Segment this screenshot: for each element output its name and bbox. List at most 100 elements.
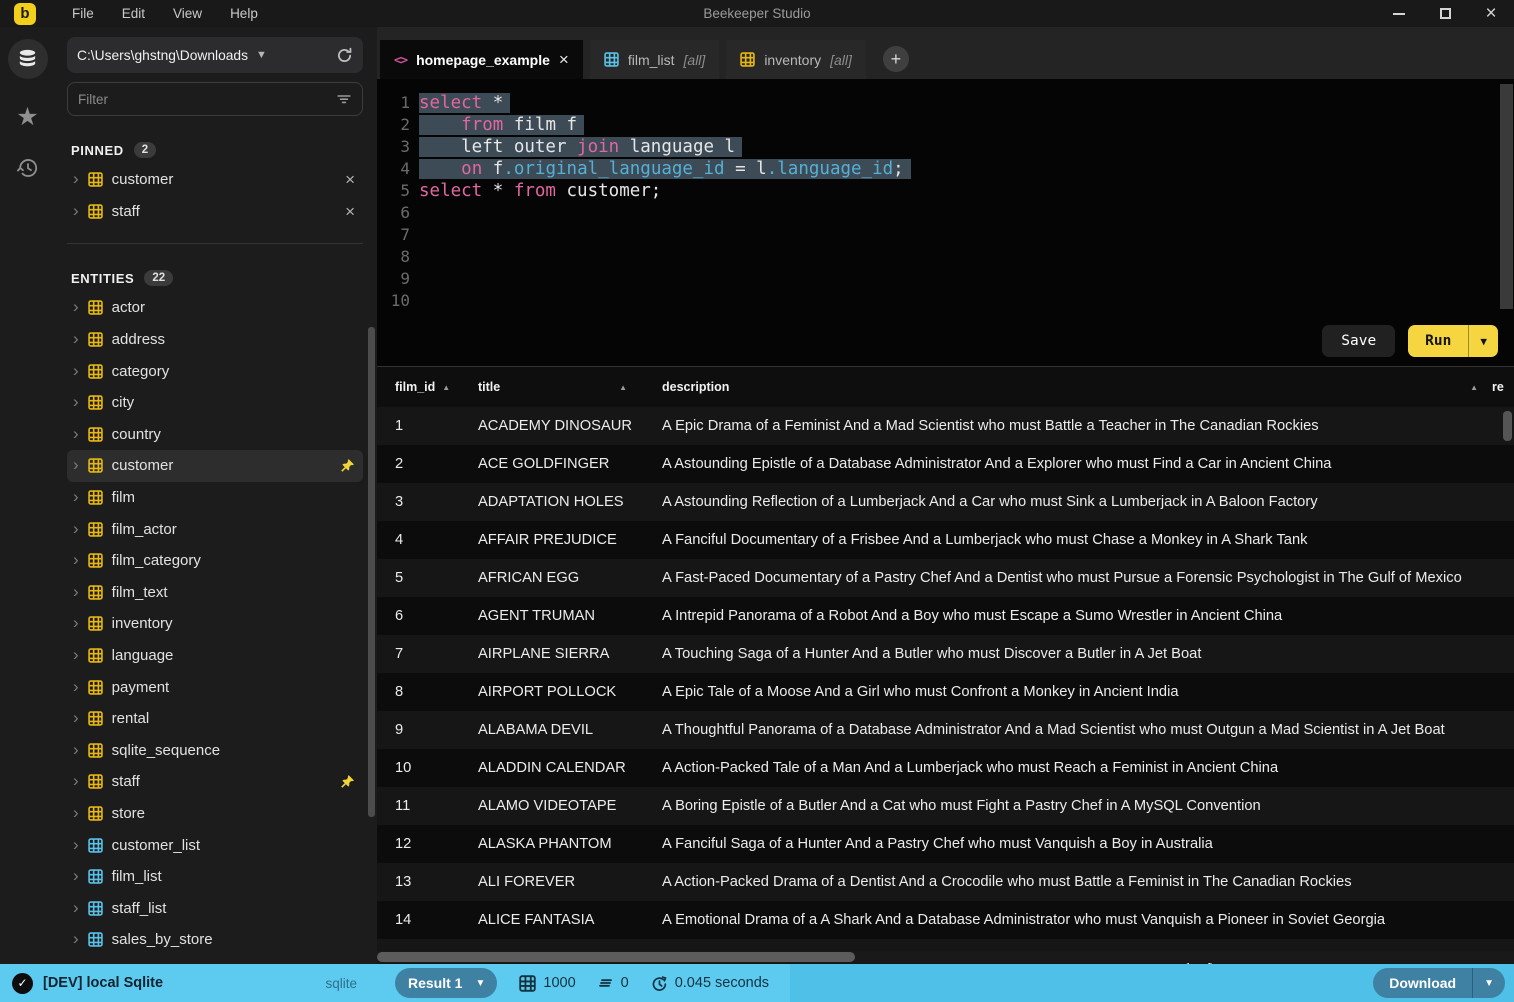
unpin-close-icon[interactable]: × [345,171,355,188]
close-button[interactable]: × [1468,0,1514,27]
table-row[interactable]: 13 ALI FOREVER A Action-Packed Drama of a … [377,863,1514,901]
editor-scrollbar[interactable] [1500,84,1513,309]
editor-line-1[interactable]: 1 select * [377,92,1514,114]
sidebar-item-film_category[interactable]: › film_category [67,545,363,577]
chevron-right-icon[interactable]: › [73,456,79,473]
save-button[interactable]: Save [1322,325,1396,357]
table-row[interactable]: 14 ALICE FANTASIA A Emotional Drama of a A… [377,901,1514,939]
sidebar-item-customer_list[interactable]: › customer_list [67,829,363,861]
column-header-description[interactable]: description ▲ [641,380,1492,394]
sidebar-item-staff[interactable]: › staff [67,766,363,798]
editor-line-9[interactable]: 9 [377,268,1514,290]
connections-nav-button[interactable] [7,39,48,79]
download-button[interactable]: Download ▼ [1373,968,1505,998]
table-row[interactable]: 9 ALABAMA DEVIL A Thoughtful Panorama of a… [377,711,1514,749]
chevron-right-icon[interactable]: › [73,678,79,695]
table-row[interactable]: 1 ACADEMY DINOSAUR A Epic Drama of a Femin… [377,407,1514,445]
menu-view[interactable]: View [159,2,216,25]
sidebar-item-store[interactable]: › store [67,798,363,830]
menu-edit[interactable]: Edit [108,2,159,25]
chevron-right-icon[interactable]: › [73,804,79,821]
editor-line-4[interactable]: 4 on f.original_language_id = l.language… [377,158,1514,180]
sidebar-item-sqlite_sequence[interactable]: › sqlite_sequence [67,735,363,767]
unpin-close-icon[interactable]: × [345,203,355,220]
chevron-right-icon[interactable]: › [73,836,79,853]
editor-line-7[interactable]: 7 [377,224,1514,246]
editor-line-5[interactable]: 5 select * from customer; [377,180,1514,202]
chevron-right-icon[interactable]: › [73,170,79,187]
sidebar-item-language[interactable]: › language [67,640,363,672]
chevron-right-icon[interactable]: › [73,393,79,410]
table-row[interactable]: 5 AFRICAN EGG A Fast-Paced Documentary of … [377,559,1514,597]
history-nav-button[interactable] [16,156,40,185]
sidebar-item-customer[interactable]: › customer [67,450,363,482]
connection-selector[interactable]: C:\Users\ghstng\Downloads ▼ [67,37,363,73]
chevron-right-icon[interactable]: › [73,330,79,347]
chevron-right-icon[interactable]: › [73,583,79,600]
refresh-button[interactable] [336,47,353,64]
sidebar-item-city[interactable]: › city [67,387,363,419]
sidebar-scrollbar[interactable] [368,327,375,817]
menu-help[interactable]: Help [216,2,272,25]
chevron-right-icon[interactable]: › [73,202,79,219]
sidebar-item-film_text[interactable]: › film_text [67,577,363,609]
table-row[interactable]: 8 AIRPORT POLLOCK A Epic Tale of a Moose A… [377,673,1514,711]
chevron-right-icon[interactable]: › [73,298,79,315]
tab-film_list[interactable]: film_list [all] [589,40,720,79]
chevron-right-icon[interactable]: › [73,772,79,789]
menu-file[interactable]: File [58,2,108,25]
chevron-right-icon[interactable]: › [73,867,79,884]
new-tab-button[interactable]: + [882,46,909,72]
sidebar-item-staff_list[interactable]: › staff_list [67,892,363,924]
column-header-film-id[interactable]: film_id ▲ [377,380,461,394]
sql-editor[interactable]: 1 select * 2 from film f3 left outer join … [377,79,1514,366]
maximize-button[interactable] [1422,0,1468,27]
run-label[interactable]: Run [1408,325,1468,357]
table-row[interactable]: 12 ALASKA PHANTOM A Fanciful Saga of a Hun… [377,825,1514,863]
editor-line-3[interactable]: 3 left outer join language l [377,136,1514,158]
table-row[interactable]: 7 AIRPLANE SIERRA A Touching Saga of a Hun… [377,635,1514,673]
pinned-item-staff[interactable]: › staff × [67,196,363,228]
editor-line-8[interactable]: 8 [377,246,1514,268]
chevron-right-icon[interactable]: › [73,646,79,663]
column-header-partial[interactable]: re [1492,380,1514,394]
sidebar-item-film[interactable]: › film [67,482,363,514]
run-button[interactable]: Run ▼ [1408,325,1498,357]
pin-icon[interactable] [340,774,355,789]
tab-close-icon[interactable]: × [559,50,569,70]
chevron-right-icon[interactable]: › [73,551,79,568]
sidebar-item-payment[interactable]: › payment [67,671,363,703]
table-row[interactable]: 11 ALAMO VIDEOTAPE A Boring Epistle of a B… [377,787,1514,825]
chevron-right-icon[interactable]: › [73,362,79,379]
chevron-right-icon[interactable]: › [73,930,79,947]
chevron-right-icon[interactable]: › [73,709,79,726]
sidebar-item-category[interactable]: › category [67,355,363,387]
editor-line-2[interactable]: 2 from film f [377,114,1514,136]
run-dropdown-button[interactable]: ▼ [1468,325,1498,357]
chevron-right-icon[interactable]: › [73,614,79,631]
results-vertical-scrollbar[interactable] [1503,411,1512,441]
sidebar-item-address[interactable]: › address [67,324,363,356]
filter-input[interactable] [78,91,336,107]
minimize-button[interactable] [1376,0,1422,27]
chevron-right-icon[interactable]: › [73,520,79,537]
sidebar-item-rental[interactable]: › rental [67,703,363,735]
table-row[interactable]: 4 AFFAIR PREJUDICE A Fanciful Documentary … [377,521,1514,559]
table-row[interactable]: 6 AGENT TRUMAN A Intrepid Panorama of a Ro… [377,597,1514,635]
result-selector[interactable]: Result 1 ▼ [395,968,498,998]
sidebar-item-sales_by_store[interactable]: › sales_by_store [67,924,363,956]
table-row[interactable]: 2 ACE GOLDFINGER A Astounding Epistle of a… [377,445,1514,483]
sidebar-item-actor[interactable]: › actor [67,292,363,324]
results-horizontal-scrollbar-thumb[interactable] [377,952,855,962]
chevron-right-icon[interactable]: › [73,425,79,442]
editor-line-6[interactable]: 6 [377,202,1514,224]
sidebar-item-inventory[interactable]: › inventory [67,608,363,640]
tab-homepage_example[interactable]: <> homepage_example × [380,40,583,79]
results-horizontal-scrollbar-track[interactable] [377,951,1514,963]
table-row[interactable]: 3 ADAPTATION HOLES A Astounding Reflection… [377,483,1514,521]
sidebar-item-film_actor[interactable]: › film_actor [67,513,363,545]
connection-status[interactable]: ✓ [DEV] local Sqlite sqlite [0,972,377,994]
table-row[interactable]: 10 ALADDIN CALENDAR A Action-Packed Tale o… [377,749,1514,787]
sidebar-item-film_list[interactable]: › film_list [67,861,363,893]
pin-icon[interactable] [340,458,355,473]
